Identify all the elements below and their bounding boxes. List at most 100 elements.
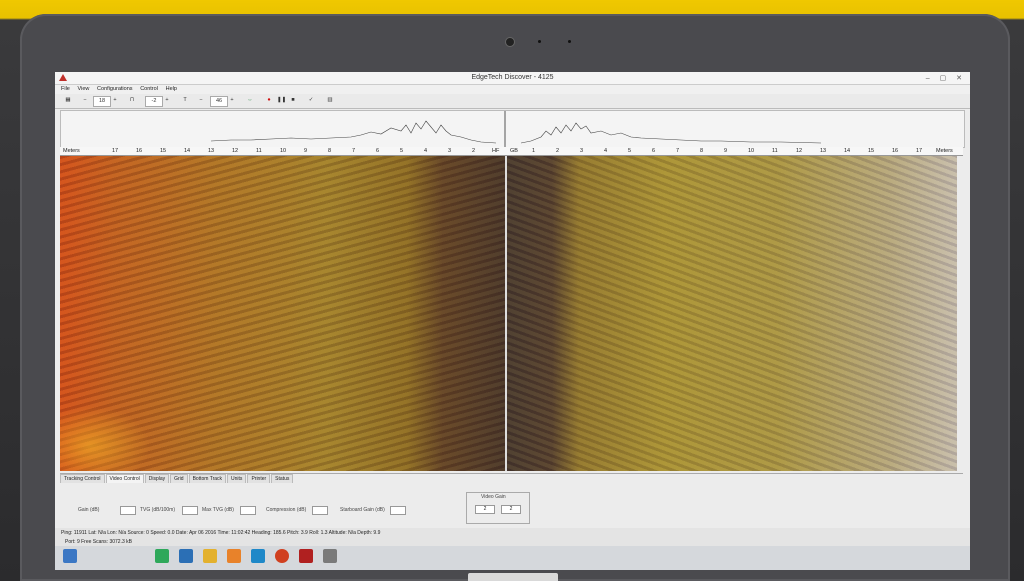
video-gain-group: Video Gain 2 2 <box>466 492 530 524</box>
excel-icon[interactable] <box>155 549 169 563</box>
menu-file[interactable]: File <box>61 85 70 94</box>
skype-icon[interactable] <box>227 549 241 563</box>
range-value[interactable]: 18 <box>93 96 111 107</box>
start-icon[interactable] <box>63 549 77 563</box>
compression-stepper[interactable] <box>312 506 328 515</box>
ruler-tick: 8 <box>700 148 704 154</box>
range-unit-icon[interactable]: ▦ <box>61 96 75 105</box>
window-controls[interactable]: – ▢ ✕ <box>926 74 966 82</box>
gain-stepper[interactable] <box>120 506 136 515</box>
ruler-tick: 5 <box>400 148 404 154</box>
tvg-label: TVG (dB/100m) <box>140 507 176 513</box>
mic-dot <box>568 40 571 43</box>
webcam <box>505 37 515 47</box>
gain-value[interactable]: -2 <box>145 96 163 107</box>
menu-control[interactable]: Control <box>140 85 158 94</box>
ruler-tick: 9 <box>724 148 728 154</box>
tab-printer[interactable]: Printer <box>247 474 271 483</box>
gain-label: Gain (dB) <box>78 507 100 513</box>
ruler-tick: 16 <box>892 148 899 154</box>
ruler-tick: 3 <box>580 148 584 154</box>
edgetech-task-icon[interactable] <box>299 549 313 563</box>
max-tvg-label: Max TVG (dB) <box>202 507 234 513</box>
application-window: EdgeTech Discover - 4125 – ▢ ✕ File View… <box>55 72 970 570</box>
ruler-tick: 15 <box>868 148 875 154</box>
pause-icon[interactable]: ❚❚ <box>277 96 286 105</box>
max-tvg-stepper[interactable] <box>240 506 256 515</box>
zoom-value[interactable]: 46 <box>210 96 228 107</box>
ruler-tick: 14 <box>184 148 191 154</box>
tab-grid[interactable]: Grid <box>170 474 188 483</box>
ruler-tick: 8 <box>328 148 332 154</box>
ruler-tick: 9 <box>304 148 308 154</box>
ruler-tick: 11 <box>772 148 778 154</box>
ruler-tick: 10 <box>748 148 755 154</box>
amplitude-trace <box>60 110 965 148</box>
toolbar: ▦ − 18 + ⊓ -2 + T − 46 + ⇔ ● ❚❚ ■ ✓ ▥ <box>55 94 970 109</box>
compression-label: Compression (dB) <box>266 507 307 513</box>
range-decrease-button[interactable]: − <box>81 96 89 105</box>
starboard-gain-stepper[interactable] <box>390 506 406 515</box>
gain-increase-button[interactable]: + <box>163 96 171 105</box>
ruler-tick: 7 <box>676 148 680 154</box>
columns-icon[interactable]: ▥ <box>325 96 335 105</box>
tab-tracking-control[interactable]: Tracking Control <box>60 474 105 483</box>
tab-video-control[interactable]: Video Control <box>105 474 144 483</box>
video-gain-left-input[interactable]: 2 <box>475 505 495 514</box>
menu-bar: File View Configurations Control Help <box>55 85 970 94</box>
starboard-sonar-image[interactable] <box>507 156 957 471</box>
range-increase-button[interactable]: + <box>111 96 119 105</box>
title-bar: EdgeTech Discover - 4125 – ▢ ✕ <box>55 72 970 85</box>
zoom-increase-button[interactable]: + <box>228 96 236 105</box>
range-ruler: Meters 17 16 15 14 13 12 11 10 9 8 7 6 5… <box>60 147 963 156</box>
ruler-tick: 12 <box>796 148 803 154</box>
ruler-tick: 17 <box>112 148 119 154</box>
app-task-icon[interactable] <box>323 549 337 563</box>
camera-led <box>538 40 541 43</box>
video-gain-label: Video Gain <box>481 494 506 500</box>
ruler-tick: 14 <box>844 148 851 154</box>
menu-configurations[interactable]: Configurations <box>97 85 132 94</box>
folder-icon[interactable] <box>203 549 217 563</box>
ie-icon[interactable] <box>179 549 193 563</box>
zoom-decrease-button[interactable]: − <box>197 96 205 105</box>
word-icon[interactable] <box>251 549 265 563</box>
tab-bottom-track[interactable]: Bottom Track <box>188 474 227 483</box>
menu-help[interactable]: Help <box>166 85 177 94</box>
ruler-tick: 6 <box>652 148 656 154</box>
status-bar-secondary: Port: 9 Free Scans: 3072.3 kB <box>55 538 970 546</box>
text-icon[interactable]: T <box>180 96 190 105</box>
ruler-tick: 6 <box>376 148 380 154</box>
tab-units[interactable]: Units <box>227 474 247 483</box>
starboard-gain-label: Starboard Gain (dB) <box>340 507 385 513</box>
tab-status[interactable]: Status <box>271 474 294 483</box>
ruler-tick: 16 <box>136 148 143 154</box>
ruler-tick: 1 <box>532 148 536 154</box>
tab-display[interactable]: Display <box>144 474 170 483</box>
menu-view[interactable]: View <box>78 85 90 94</box>
ruler-tick: 13 <box>820 148 827 154</box>
ruler-tick: 10 <box>280 148 287 154</box>
record-icon[interactable]: ● <box>265 96 273 105</box>
window-title: EdgeTech Discover - 4125 <box>471 74 554 81</box>
video-gain-right-input[interactable]: 2 <box>501 505 521 514</box>
ruler-tick: 3 <box>448 148 452 154</box>
fit-icon[interactable]: ⇔ <box>245 96 255 105</box>
chrome-icon[interactable] <box>275 549 289 563</box>
check-icon[interactable]: ✓ <box>307 96 315 105</box>
ruler-tick: 17 <box>916 148 923 154</box>
ruler-tick: 15 <box>160 148 167 154</box>
amplitude-trace-graph <box>210 111 822 147</box>
laptop-brand-plate <box>468 573 558 581</box>
lock-icon[interactable]: ⊓ <box>127 96 137 105</box>
stop-icon[interactable]: ■ <box>289 96 297 105</box>
ruler-tick: 4 <box>604 148 608 154</box>
ruler-tick: 4 <box>424 148 428 154</box>
tvg-stepper[interactable] <box>182 506 198 515</box>
ruler-left-label: Meters <box>63 148 80 154</box>
port-sonar-image[interactable] <box>60 156 505 471</box>
control-panel: Tracking Control Video Control Display Grid… <box>60 473 963 536</box>
ruler-right-label: Meters <box>936 148 953 154</box>
ruler-tick: 2 <box>472 148 476 154</box>
ruler-tick: 12 <box>232 148 239 154</box>
